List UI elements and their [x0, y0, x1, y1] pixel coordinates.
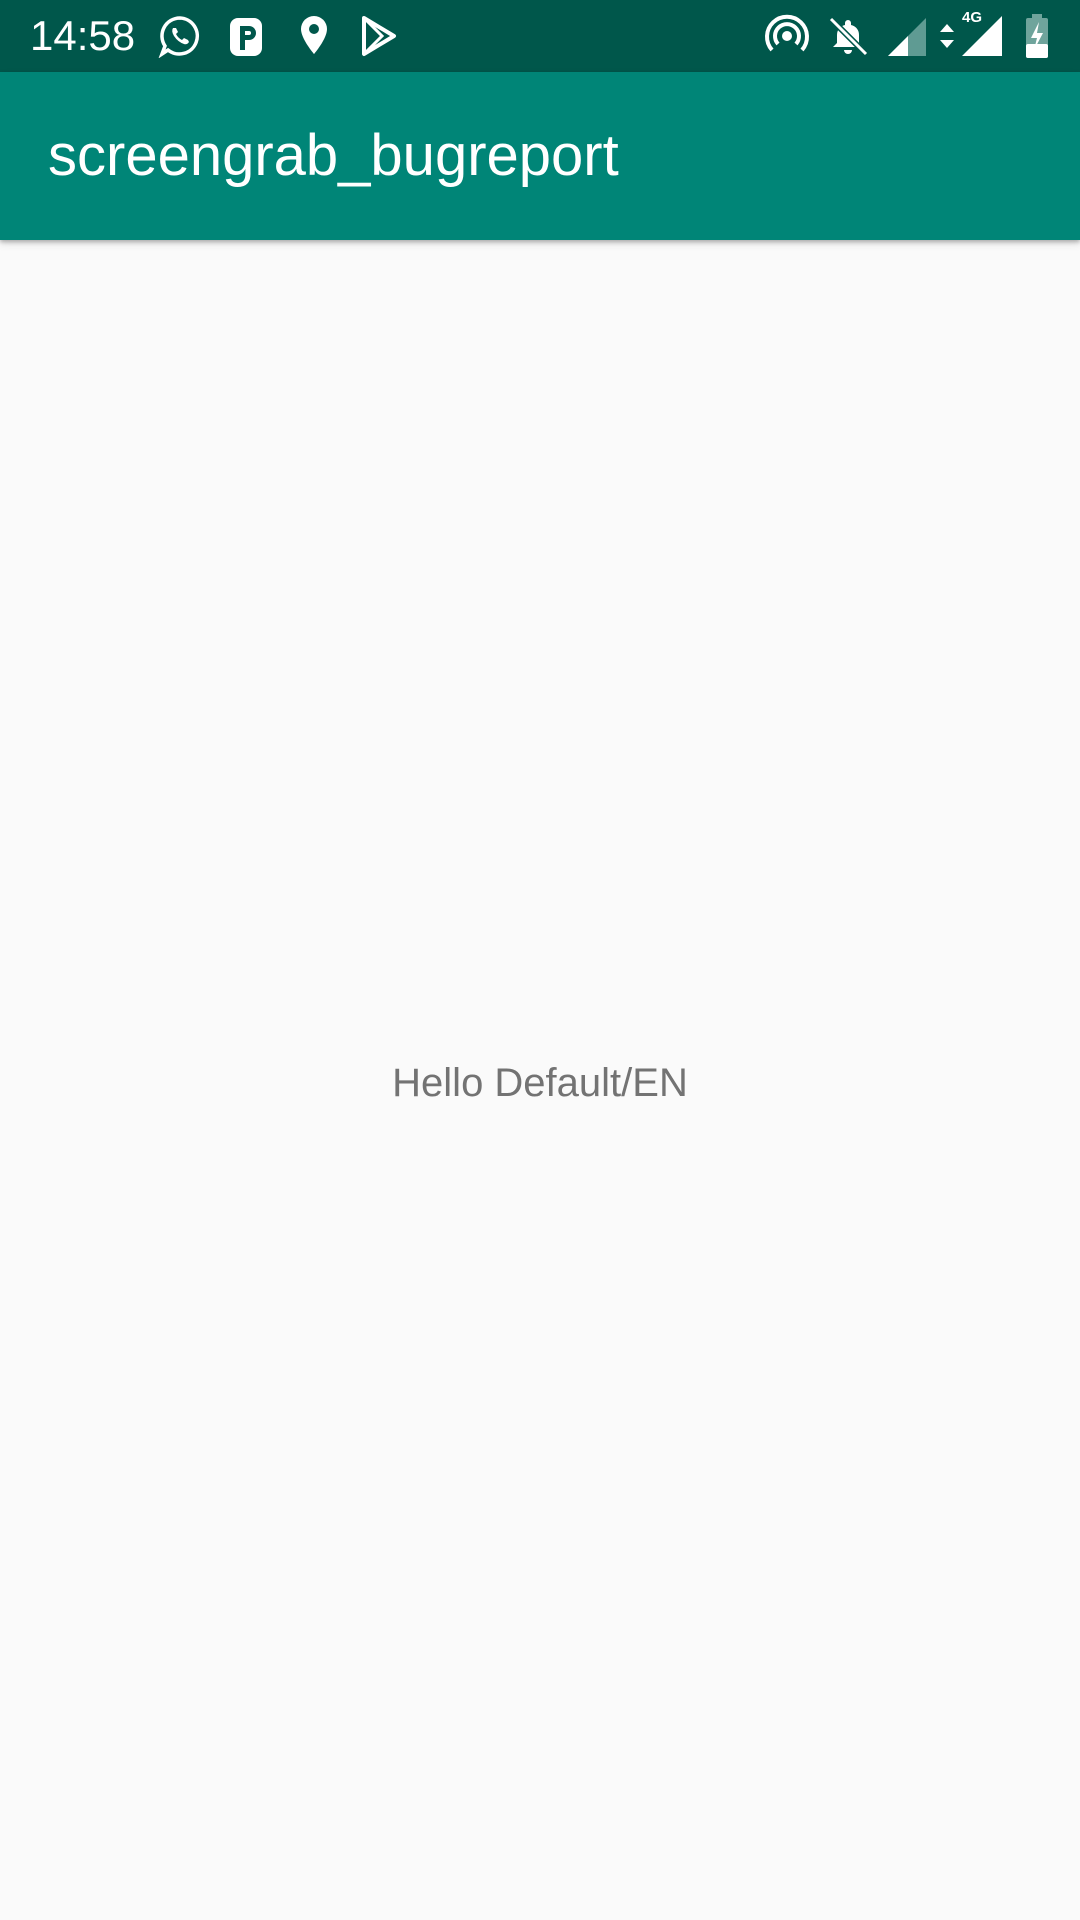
main-content: Hello Default/EN — [0, 240, 1080, 1920]
status-bar: 14:58 4G — [0, 0, 1080, 72]
app-bar: screengrab_bugreport — [0, 72, 1080, 240]
signal-4g-icon: 4G — [960, 9, 1004, 56]
hello-message: Hello Default/EN — [392, 1061, 688, 1105]
network-label: 4G — [962, 9, 983, 26]
status-time: 14:58 — [30, 12, 136, 59]
app-title: screengrab_bugreport — [48, 123, 619, 188]
app-screen: 14:58 4G screengrab_bugreport Hello Defa… — [0, 0, 1080, 1920]
data-arrows-icon — [938, 14, 956, 58]
whatsapp-icon — [158, 14, 202, 58]
battery-charging-icon — [1024, 14, 1050, 58]
hotspot-icon — [764, 14, 810, 58]
parking-p-icon — [228, 14, 264, 58]
play-store-icon — [360, 14, 398, 58]
location-pin-icon — [298, 14, 330, 58]
notifications-off-icon — [826, 14, 870, 58]
signal-icon — [886, 14, 928, 58]
